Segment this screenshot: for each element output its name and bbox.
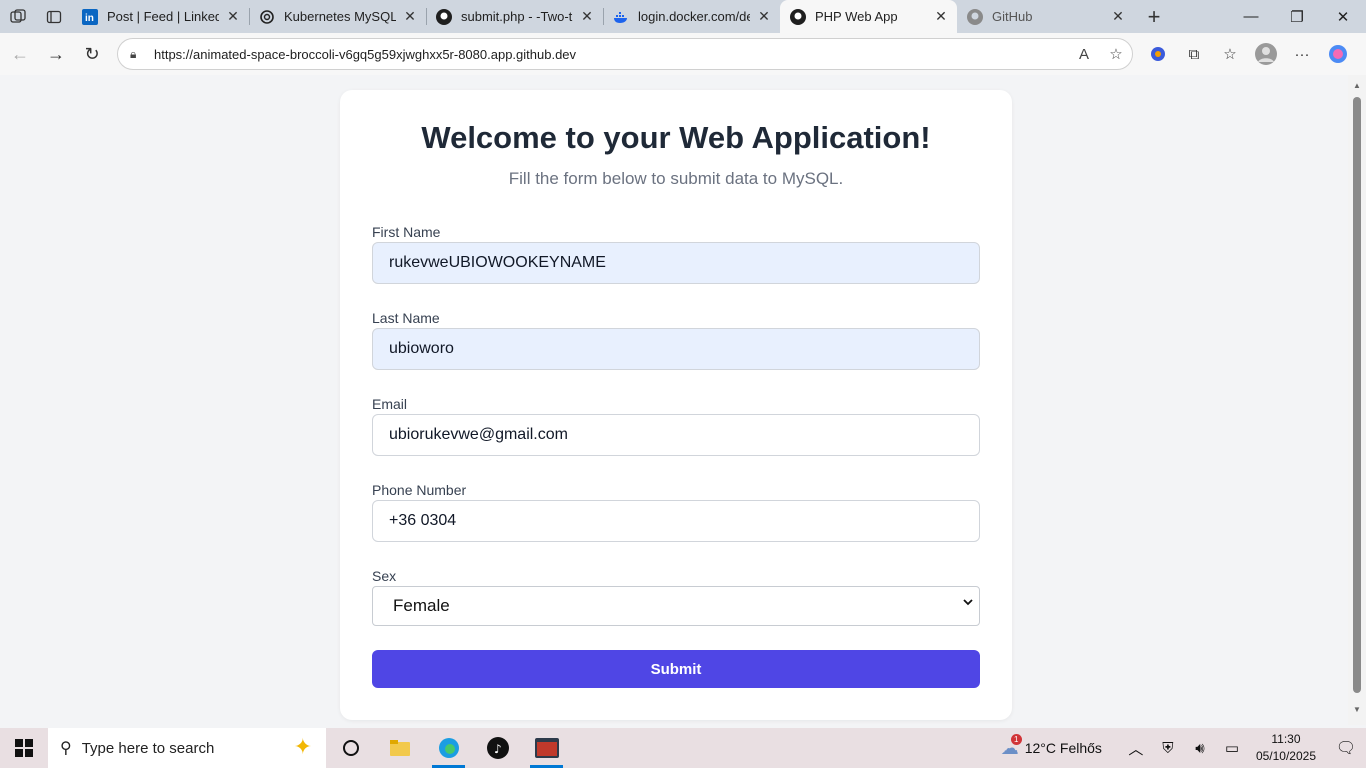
battery-icon[interactable]: ▭	[1216, 739, 1248, 757]
weather-text: 12°C Felhős	[1024, 740, 1102, 756]
address-bar[interactable]: 🔒︎ https://animated-space-broccoli-v6gq5…	[117, 38, 1133, 70]
scrollbar-thumb[interactable]	[1353, 97, 1361, 693]
security-icon[interactable]: ⛨	[1152, 740, 1184, 757]
sex-label: Sex	[372, 568, 397, 584]
scroll-up-icon[interactable]: ▲	[1348, 81, 1366, 90]
tab-kubernetes[interactable]: Kubernetes MySQL pr ✕	[249, 0, 426, 33]
chevron-down-icon	[963, 599, 973, 606]
favorite-star-icon[interactable]: ☆	[1100, 45, 1132, 63]
tab-docker-login[interactable]: login.docker.com/dev ✕	[603, 0, 780, 33]
more-options-icon[interactable]: ···	[1284, 38, 1320, 70]
first-name-input[interactable]: rukevweUBIOWOOKEYNAME	[372, 242, 980, 284]
task-view-icon[interactable]	[326, 728, 375, 768]
extension-icon[interactable]	[1140, 38, 1176, 70]
tab-title: GitHub	[992, 9, 1033, 24]
submit-button[interactable]: Submit	[372, 650, 980, 688]
tab-submit-php[interactable]: submit.php - -Two-tie ✕	[426, 0, 603, 33]
read-aloud-icon[interactable]: A	[1068, 46, 1100, 63]
close-tab-icon[interactable]: ✕	[225, 8, 241, 25]
clock[interactable]: 11:30 05/10/2025	[1256, 731, 1316, 765]
email-label: Email	[372, 396, 408, 412]
copilot-sparkle-icon: ✦	[293, 734, 312, 759]
notifications-icon[interactable]: 🗨︎	[1326, 738, 1366, 758]
github-icon	[790, 8, 806, 25]
search-placeholder: Type here to search	[81, 739, 215, 757]
tab-linkedin[interactable]: in Post | Feed | LinkedIn ✕	[72, 0, 249, 33]
profile-avatar[interactable]	[1248, 38, 1284, 70]
last-name-input[interactable]: ubioworo	[372, 328, 980, 370]
svg-text:in: in	[85, 13, 94, 24]
last-name-label: Last Name	[372, 310, 440, 326]
sex-select-value: Female	[393, 596, 450, 615]
phone-label: Phone Number	[372, 482, 467, 498]
edge-browser-icon[interactable]	[424, 728, 473, 768]
tab-title: Kubernetes MySQL pr	[284, 9, 396, 24]
close-tab-icon[interactable]: ✕	[1110, 8, 1126, 25]
show-hidden-icons-chevron-icon[interactable]: ︿	[1120, 738, 1152, 759]
weather-alert-badge: 1	[1010, 733, 1022, 745]
forward-icon[interactable]: →	[38, 38, 74, 70]
close-tab-icon[interactable]: ✕	[756, 8, 772, 25]
lock-icon[interactable]: 🔒︎	[130, 47, 146, 62]
close-window-icon[interactable]: ✕	[1320, 0, 1366, 33]
new-tab-button[interactable]: +	[1134, 0, 1174, 33]
tab-php-web-app[interactable]: PHP Web App ✕	[780, 0, 957, 33]
refresh-icon[interactable]: ↻	[74, 38, 110, 70]
clock-time: 11:30	[1271, 732, 1301, 746]
copilot-icon[interactable]	[1320, 38, 1356, 70]
page-scrollbar[interactable]: ▲ ▼	[1348, 75, 1366, 725]
email-input[interactable]: ubiorukevwe@gmail.com	[372, 414, 980, 456]
windows-taskbar: ⚲ Type here to search ✦ ♪ ☁ 1 12°C Felhős…	[0, 728, 1366, 768]
windows-start-icon[interactable]	[0, 728, 48, 768]
page-subtitle: Fill the form below to submit data to My…	[508, 169, 844, 188]
form-card: Welcome to your Web Application! Fill th…	[340, 90, 1012, 720]
extensions-puzzle-icon[interactable]: ⧉	[1176, 38, 1212, 70]
tiktok-icon[interactable]: ♪	[473, 728, 522, 768]
close-tab-icon[interactable]: ✕	[402, 8, 418, 25]
volume-icon[interactable]: 🔊︎	[1184, 740, 1216, 757]
tab-title: PHP Web App	[815, 9, 898, 24]
close-tab-icon[interactable]: ✕	[579, 8, 595, 25]
system-tray: ☁ 1 12°C Felhős ︿ ⛨ 🔊︎ ▭ 11:30 05/10/2025…	[1001, 728, 1366, 768]
terminal-app-icon[interactable]	[522, 728, 571, 768]
scroll-down-icon[interactable]: ▼	[1348, 705, 1366, 714]
toolbar-extensions: ⧉ ☆ ···	[1140, 38, 1356, 70]
weather-cloud-icon: ☁ 1	[1001, 733, 1022, 759]
taskbar-search-box[interactable]: ⚲ Type here to search ✦	[48, 728, 326, 768]
sex-select[interactable]: Female	[372, 586, 980, 626]
tab-title: login.docker.com/dev	[638, 9, 750, 24]
clock-date: 05/10/2025	[1255, 749, 1316, 763]
window-controls: — ❐ ✕	[1228, 0, 1366, 33]
chatgpt-icon	[259, 9, 275, 25]
page-title: Welcome to your Web Application!	[421, 120, 931, 155]
tab-title: Post | Feed | LinkedIn	[107, 9, 219, 24]
close-tab-icon[interactable]: ✕	[933, 8, 949, 25]
tab-actions-icon[interactable]	[36, 0, 72, 33]
first-name-label: First Name	[372, 224, 441, 240]
url-text[interactable]: https://animated-space-broccoli-v6gq5g59…	[154, 47, 1068, 62]
search-icon: ⚲	[60, 740, 72, 757]
workspaces-icon[interactable]	[0, 0, 36, 33]
github-icon	[436, 8, 452, 25]
file-explorer-icon[interactable]	[375, 728, 424, 768]
tab-title: submit.php - -Two-tie	[461, 9, 573, 24]
github-icon	[967, 8, 983, 25]
linkedin-icon: in	[82, 8, 98, 25]
weather-widget[interactable]: ☁ 1 12°C Felhős	[1001, 733, 1102, 759]
minimize-icon[interactable]: —	[1228, 0, 1274, 33]
browser-toolbar: ← → ↻ 🔒︎ https://animated-space-broccoli…	[0, 33, 1366, 75]
restore-icon[interactable]: ❐	[1274, 0, 1320, 33]
browser-tab-strip: in Post | Feed | LinkedIn ✕ Kubernetes M…	[0, 0, 1366, 33]
svg-text:♪: ♪	[494, 742, 502, 756]
back-icon[interactable]: ←	[2, 38, 38, 70]
phone-input[interactable]: +36 0304	[372, 500, 980, 542]
docker-icon	[613, 9, 629, 25]
tab-github[interactable]: GitHub ✕	[957, 0, 1134, 33]
favorites-icon[interactable]: ☆	[1212, 38, 1248, 70]
